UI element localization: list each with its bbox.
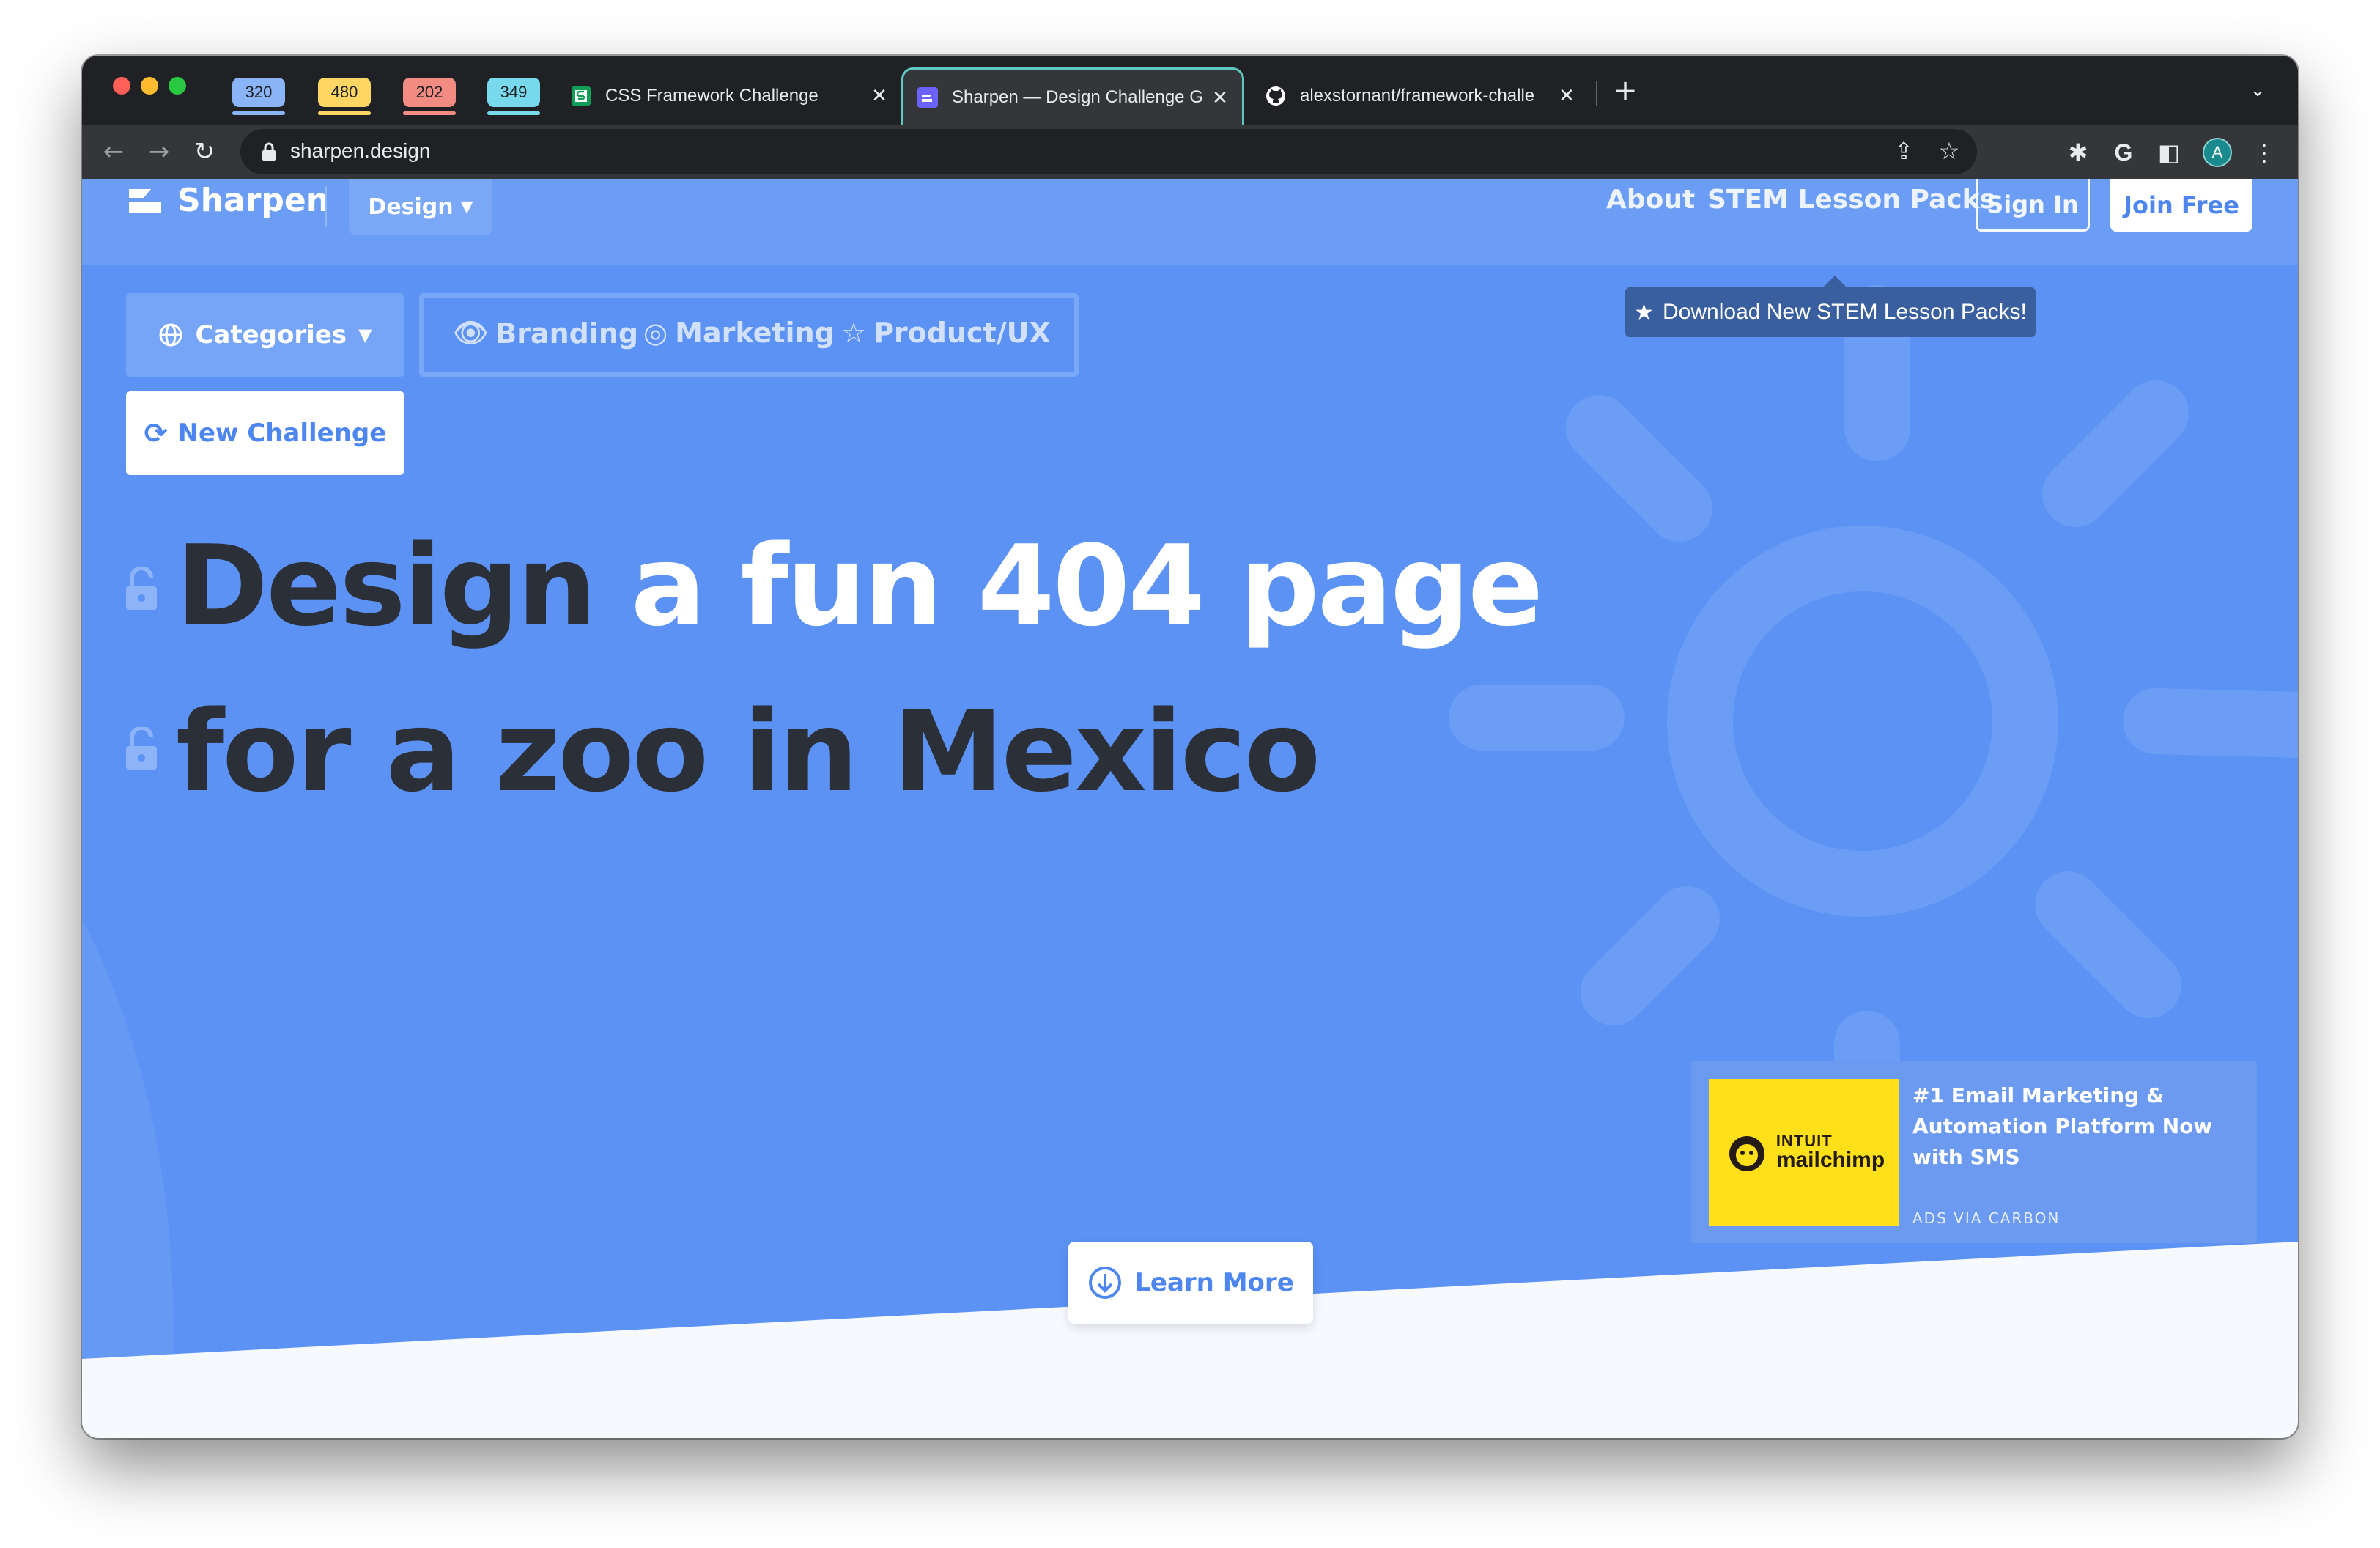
tab-title: CSS Framework Challenge xyxy=(605,86,818,106)
headline-line-1: Design a fun 404 page xyxy=(176,531,1543,642)
forward-arrow-icon[interactable]: → xyxy=(142,135,176,169)
carbon-ad[interactable]: INTUIT mailchimp #1 Email Marketing & Au… xyxy=(1691,1061,2257,1243)
new-challenge-button[interactable]: ⟳ New Challenge xyxy=(126,391,404,475)
category-product-ux-link[interactable]: ☆ Product/UX xyxy=(841,317,1051,349)
join-free-button[interactable]: Join Free xyxy=(2110,179,2252,232)
logo-divider xyxy=(325,186,327,227)
browser-toolbar: ← → ↻ sharpen.design ⇪ ☆ ✱ G ◧ A ⋮ xyxy=(82,125,2298,179)
design-dropdown-label: Design xyxy=(368,194,454,220)
reload-icon[interactable]: ↻ xyxy=(188,135,221,169)
maximize-window-button[interactable] xyxy=(169,77,186,95)
category-label: Marketing xyxy=(675,317,835,349)
sign-in-button[interactable]: Sign In xyxy=(1976,179,2090,232)
headline-rest: a fun 404 page xyxy=(630,521,1543,651)
eye-icon: 👁 xyxy=(453,317,489,349)
bookmark-star-icon[interactable]: ☆ xyxy=(1934,136,1964,166)
tab-css-framework[interactable]: CSS Framework Challenge ✕ xyxy=(560,67,901,125)
globe-icon xyxy=(159,323,182,347)
github-favicon-icon xyxy=(1265,85,1287,107)
sharpen-logo[interactable]: Sharpen xyxy=(126,182,329,219)
caret-down-icon: ▼ xyxy=(460,197,473,216)
arrow-down-circle-icon xyxy=(1089,1267,1122,1299)
google-extension-icon[interactable]: G xyxy=(2109,138,2138,167)
category-label: Product/UX xyxy=(873,317,1051,349)
tab-group-1[interactable]: 320 xyxy=(232,78,285,107)
learn-more-label: Learn More xyxy=(1134,1268,1294,1297)
spreadsheet-favicon-icon xyxy=(570,85,592,107)
tab-close-icon[interactable]: ✕ xyxy=(1208,86,1232,109)
design-dropdown[interactable]: Design ▼ xyxy=(349,179,492,235)
tab-group-label: 349 xyxy=(500,83,528,101)
category-filter-group: 👁 Branding ◎ Marketing ☆ Product/UX xyxy=(419,293,1079,377)
browser-window: 320 480 202 349 CSS Framework Challenge … xyxy=(82,56,2298,1438)
tab-strip: 320 480 202 349 CSS Framework Challenge … xyxy=(82,56,2298,125)
refresh-icon: ⟳ xyxy=(144,417,168,449)
tab-group-label: 320 xyxy=(245,83,273,101)
ad-brand-bottom: mailchimp xyxy=(1775,1148,1885,1172)
tab-group-3[interactable]: 202 xyxy=(403,78,456,107)
tab-group-underline xyxy=(232,111,285,115)
headline-word-design[interactable]: Design xyxy=(176,521,596,651)
logo-text: Sharpen xyxy=(177,182,330,219)
tab-group-underline xyxy=(487,111,540,115)
categories-label: Categories xyxy=(195,320,347,350)
tab-group-4[interactable]: 349 xyxy=(487,78,540,107)
tab-group-underline xyxy=(318,111,371,115)
target-icon: ◎ xyxy=(643,317,668,349)
ads-via-carbon-link[interactable]: ADS VIA CARBON xyxy=(1912,1209,2060,1227)
category-branding-link[interactable]: 👁 Branding xyxy=(453,317,638,350)
unlock-icon[interactable] xyxy=(125,567,158,611)
side-panel-icon[interactable]: ◧ xyxy=(2154,138,2184,167)
new-tab-button[interactable]: + xyxy=(1609,74,1641,108)
mailchimp-wordmark: INTUIT mailchimp xyxy=(1776,1133,1885,1171)
tab-group-label: 480 xyxy=(330,83,358,101)
close-window-button[interactable] xyxy=(113,77,130,95)
tooltip-arrow xyxy=(1823,276,1847,287)
ad-brand-top: INTUIT xyxy=(1775,1132,1833,1150)
extensions-puzzle-icon[interactable]: ✱ xyxy=(2063,138,2093,167)
address-bar[interactable]: sharpen.design ⇪ ☆ xyxy=(240,129,1977,174)
share-icon[interactable]: ⇪ xyxy=(1889,136,1918,166)
unlock-icon[interactable] xyxy=(125,727,158,771)
mailchimp-ad-image[interactable]: INTUIT mailchimp xyxy=(1709,1079,1899,1226)
category-label: Branding xyxy=(495,317,639,350)
tab-group-2[interactable]: 480 xyxy=(318,78,371,107)
tooltip-text: Download New STEM Lesson Packs! xyxy=(1663,300,2027,324)
back-arrow-icon[interactable]: ← xyxy=(97,135,130,169)
ad-text-link[interactable]: #1 Email Marketing & Automation Platform… xyxy=(1912,1080,2235,1173)
url-text: sharpen.design xyxy=(290,139,431,162)
minimize-window-button[interactable] xyxy=(141,77,158,95)
lock-icon xyxy=(262,142,276,161)
learn-more-button[interactable]: Learn More xyxy=(1068,1242,1313,1324)
tab-github[interactable]: alexstornant/framework-challe ✕ xyxy=(1247,67,1589,125)
headline-for-a-zoo[interactable]: for a zoo in Mexico xyxy=(176,687,1320,817)
tab-close-icon[interactable]: ✕ xyxy=(1555,84,1578,107)
mailchimp-freddie-icon xyxy=(1729,1136,1764,1171)
page-content: Sharpen Design ▼ About STEM Lesson Packs… xyxy=(82,179,2298,1438)
caret-down-icon: ▼ xyxy=(358,325,372,345)
tab-title: Sharpen — Design Challenge G xyxy=(952,86,1203,107)
tab-search-chevron-icon[interactable]: ⌄ xyxy=(2250,79,2266,101)
tab-group-underline xyxy=(403,111,456,115)
more-menu-icon[interactable]: ⋮ xyxy=(2250,138,2279,167)
stem-download-tooltip[interactable]: ★ Download New STEM Lesson Packs! xyxy=(1625,287,2036,337)
sharpen-favicon-icon xyxy=(917,86,939,108)
categories-button[interactable]: Categories ▼ xyxy=(126,293,404,377)
new-challenge-label: New Challenge xyxy=(177,419,387,448)
nav-stem-link[interactable]: STEM Lesson Packs xyxy=(1707,185,1995,215)
profile-avatar[interactable]: A xyxy=(2203,138,2232,167)
tab-separator xyxy=(1596,81,1597,106)
sharpen-logo-icon xyxy=(129,188,161,213)
tab-sharpen[interactable]: Sharpen — Design Challenge G ✕ xyxy=(901,67,1244,125)
star-icon: ★ xyxy=(1634,300,1655,325)
headline-line-2: for a zoo in Mexico xyxy=(176,696,1320,808)
tab-close-icon[interactable]: ✕ xyxy=(868,84,891,107)
category-marketing-link[interactable]: ◎ Marketing xyxy=(643,317,835,349)
tab-title: alexstornant/framework-challe xyxy=(1300,86,1535,106)
tab-group-label: 202 xyxy=(415,83,443,101)
nav-about-link[interactable]: About xyxy=(1606,185,1695,215)
star-outline-icon: ☆ xyxy=(841,317,867,349)
